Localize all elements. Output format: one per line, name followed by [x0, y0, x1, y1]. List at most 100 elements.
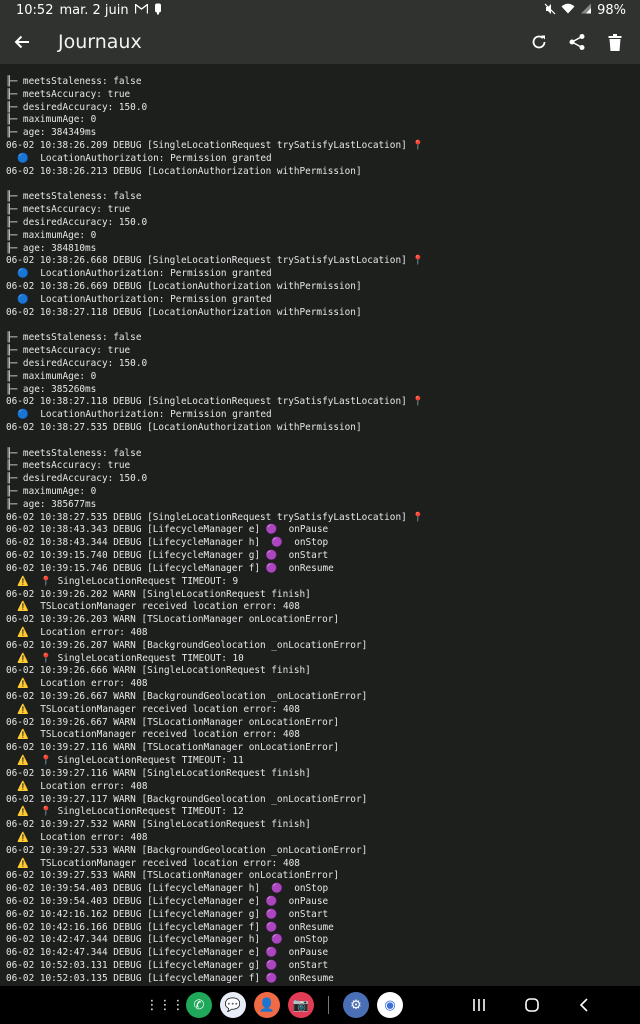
log-line: 06-02 10:38:27.118 DEBUG [SingleLocation… — [6, 396, 425, 408]
log-line: 06-02 10:39:27.532 WARN [SingleLocationR… — [6, 819, 311, 831]
log-line: 06-02 10:42:47.344 DEBUG [LifecycleManag… — [6, 934, 329, 946]
log-line: 06-02 10:39:26.207 WARN [BackgroundGeolo… — [6, 639, 368, 651]
log-line: 06-02 10:52:03.131 DEBUG [LifecycleManag… — [6, 960, 329, 972]
back-icon — [578, 997, 590, 1013]
camera-app-icon[interactable]: 📷 — [288, 992, 314, 1018]
page-title: Journaux — [58, 31, 142, 53]
log-line: ╟─ meetsStaleness: false — [6, 191, 142, 203]
log-line: ⚠️ 📍 SingleLocationRequest TIMEOUT: 11 — [6, 755, 244, 767]
log-line: ╟─ meetsAccuracy: true — [6, 204, 131, 216]
log-line: ╟─ meetsAccuracy: true — [6, 460, 131, 472]
log-line: 06-02 10:39:15.746 DEBUG [LifecycleManag… — [6, 562, 334, 574]
back-arrow-icon — [13, 33, 31, 51]
share-icon — [568, 33, 586, 51]
log-line: 06-02 10:39:26.666 WARN [SingleLocationR… — [6, 665, 311, 677]
log-line: 06-02 10:39:26.667 WARN [TSLocationManag… — [6, 716, 340, 728]
log-line: ╟─ meetsAccuracy: true — [6, 88, 131, 100]
log-line: 06-02 10:39:54.403 DEBUG [LifecycleManag… — [6, 883, 329, 895]
log-line: ╟─ meetsStaleness: false — [6, 332, 142, 344]
log-line: ⚠️ Location error: 408 — [6, 831, 148, 843]
log-line: 06-02 10:38:27.535 DEBUG [SingleLocation… — [6, 511, 425, 523]
log-line: 06-02 10:38:43.343 DEBUG [LifecycleManag… — [6, 524, 329, 536]
log-line: 🔵 LocationAuthorization: Permission gran… — [6, 409, 272, 421]
share-button[interactable] — [558, 22, 596, 62]
log-line: 06-02 10:38:26.213 DEBUG [LocationAuthor… — [6, 165, 362, 177]
log-line: 06-02 10:38:26.209 DEBUG [SingleLocation… — [6, 140, 425, 152]
refresh-button[interactable] — [520, 22, 558, 62]
status-date: mar. 2 juin — [59, 2, 129, 18]
navigation-bar: ⋮⋮⋮ ✆ 💬 👤 📷 ⚙ ◉ — [0, 986, 640, 1024]
log-line: 06-02 10:52:03.135 DEBUG [LifecycleManag… — [6, 972, 334, 984]
log-line: ⚠️ Location error: 408 — [6, 626, 148, 638]
log-line: ╟─ meetsStaleness: false — [6, 76, 142, 87]
log-line: 06-02 10:39:26.202 WARN [SingleLocationR… — [6, 588, 311, 600]
chrome-app-icon[interactable]: ◉ — [377, 992, 403, 1018]
gmail-icon — [134, 3, 148, 17]
back-button[interactable] — [0, 20, 44, 64]
home-button[interactable] — [524, 997, 540, 1013]
log-line: 06-02 10:39:27.116 WARN [SingleLocationR… — [6, 767, 311, 779]
log-line: 🔵 LocationAuthorization: Permission gran… — [6, 152, 272, 164]
app-bar: Journaux — [0, 20, 640, 64]
log-line: 06-02 10:38:26.669 DEBUG [LocationAuthor… — [6, 281, 362, 292]
status-bar: 10:52 mar. 2 juin 98% — [0, 0, 640, 20]
log-view[interactable]: ╟─ meetsStaleness: false ╟─ meetsAccuracy… — [0, 64, 640, 986]
log-line: ╟─ meetsAccuracy: true — [6, 345, 131, 357]
log-line: 06-02 10:39:27.117 WARN [BackgroundGeolo… — [6, 793, 368, 805]
refresh-icon — [531, 34, 547, 50]
log-line: 06-02 10:42:16.162 DEBUG [LifecycleManag… — [6, 908, 329, 920]
log-line: ╟─ age: 385260ms — [6, 383, 97, 395]
log-line: ╟─ desiredAccuracy: 150.0 — [6, 101, 148, 113]
dock-separator — [328, 996, 329, 1014]
log-line: ⚠️ TSLocationManager received location e… — [6, 857, 300, 869]
log-line: ⚠️ Location error: 408 — [6, 780, 148, 792]
log-line: ╟─ maximumAge: 0 — [6, 370, 97, 382]
log-line: ⚠️ Location error: 408 — [6, 678, 148, 690]
phone-app-icon[interactable]: ✆ — [186, 992, 212, 1018]
log-line: 06-02 10:39:27.533 WARN [BackgroundGeolo… — [6, 844, 368, 856]
log-line: 06-02 10:42:16.166 DEBUG [LifecycleManag… — [6, 921, 334, 933]
mute-icon — [544, 3, 556, 18]
delete-icon — [608, 33, 622, 51]
log-line: 06-02 10:39:26.203 WARN [TSLocationManag… — [6, 614, 340, 626]
log-line: ⚠️ 📍 SingleLocationRequest TIMEOUT: 12 — [6, 806, 244, 818]
log-line: 06-02 10:39:15.740 DEBUG [LifecycleManag… — [6, 550, 329, 562]
messages-app-icon[interactable]: 💬 — [220, 992, 246, 1018]
log-line: 06-02 10:39:54.403 DEBUG [LifecycleManag… — [6, 896, 329, 907]
log-line: ╟─ maximumAge: 0 — [6, 229, 97, 241]
log-line: ╟─ desiredAccuracy: 150.0 — [6, 357, 148, 369]
settings-app-icon[interactable]: ⚙ — [343, 992, 369, 1018]
signal-icon — [580, 3, 592, 17]
log-line: 06-02 10:39:27.533 WARN [TSLocationManag… — [6, 870, 340, 882]
log-line: 06-02 10:39:27.116 WARN [TSLocationManag… — [6, 742, 340, 754]
status-time: 10:52 — [16, 2, 54, 18]
log-line: 🔵 LocationAuthorization: Permission gran… — [6, 268, 272, 280]
log-line: ╟─ desiredAccuracy: 150.0 — [6, 473, 148, 485]
log-line: ⚠️ TSLocationManager received location e… — [6, 703, 300, 715]
log-line: 🔵 LocationAuthorization: Permission gran… — [6, 293, 272, 305]
log-line: 06-02 10:38:43.344 DEBUG [LifecycleManag… — [6, 537, 329, 549]
app-drawer-icon[interactable]: ⋮⋮⋮ — [146, 992, 185, 1018]
log-line: 06-02 10:39:26.667 WARN [BackgroundGeolo… — [6, 691, 368, 702]
log-line: ⚠️ TSLocationManager received location e… — [6, 601, 300, 613]
recents-button[interactable] — [472, 998, 486, 1012]
contacts-app-icon[interactable]: 👤 — [254, 992, 280, 1018]
delete-button[interactable] — [596, 22, 634, 62]
log-line: ╟─ age: 384349ms — [6, 127, 97, 139]
wifi-icon — [561, 3, 575, 17]
system-back-button[interactable] — [578, 997, 590, 1013]
log-line: ╟─ meetsStaleness: false — [6, 447, 142, 459]
log-line: 06-02 10:42:47.344 DEBUG [LifecycleManag… — [6, 947, 329, 959]
battery-percent: 98% — [597, 2, 626, 18]
log-line: ╟─ age: 385677ms — [6, 498, 97, 510]
log-line: ⚠️ 📍 SingleLocationRequest TIMEOUT: 9 — [6, 575, 239, 587]
log-line: ╟─ maximumAge: 0 — [6, 114, 97, 126]
log-line: ╟─ maximumAge: 0 — [6, 486, 97, 497]
app-dock: ⋮⋮⋮ ✆ 💬 👤 📷 ⚙ ◉ — [146, 992, 403, 1018]
log-line: ⚠️ 📍 SingleLocationRequest TIMEOUT: 10 — [6, 652, 244, 664]
log-line: 06-02 10:38:27.118 DEBUG [LocationAuthor… — [6, 306, 362, 318]
log-line: ╟─ desiredAccuracy: 150.0 — [6, 216, 148, 228]
